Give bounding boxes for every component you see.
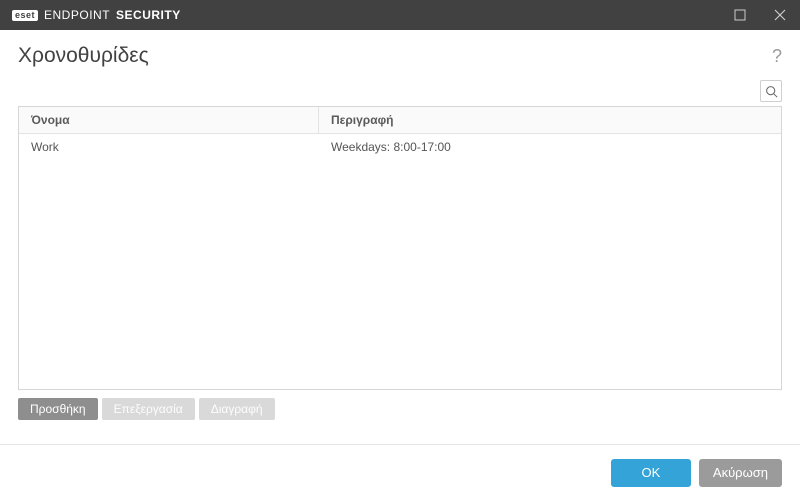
window-close-button[interactable] [760, 0, 800, 30]
app-brand: eset ENDPOINT SECURITY [12, 8, 181, 22]
eset-badge: eset [12, 10, 38, 21]
cancel-button[interactable]: Ακύρωση [699, 459, 782, 487]
column-description[interactable]: Περιγραφή [319, 107, 781, 133]
cell-description: Weekdays: 8:00-17:00 [319, 134, 781, 160]
column-name[interactable]: Όνομα [19, 107, 319, 133]
window-minimize-button[interactable] [720, 0, 760, 30]
minimize-icon [734, 9, 746, 21]
add-button[interactable]: Προσθήκη [18, 398, 98, 420]
edit-button: Επεξεργασία [102, 398, 195, 420]
cell-name: Work [19, 134, 319, 160]
table-row[interactable]: Work Weekdays: 8:00-17:00 [19, 134, 781, 160]
brand-text-bold: SECURITY [116, 8, 181, 22]
timeslots-table: Όνομα Περιγραφή Work Weekdays: 8:00-17:0… [18, 106, 782, 390]
page-title: Χρονοθυρίδες [18, 44, 772, 68]
brand-text-thin: ENDPOINT [44, 8, 110, 22]
delete-button: Διαγραφή [199, 398, 275, 420]
search-icon [765, 85, 778, 98]
close-icon [774, 9, 786, 21]
ok-button[interactable]: OK [611, 459, 691, 487]
help-icon[interactable]: ? [772, 46, 782, 67]
table-header: Όνομα Περιγραφή [19, 107, 781, 134]
titlebar: eset ENDPOINT SECURITY [0, 0, 800, 30]
action-buttons: Προσθήκη Επεξεργασία Διαγραφή [18, 398, 782, 420]
search-button[interactable] [760, 80, 782, 102]
dialog-footer: OK Ακύρωση [0, 444, 800, 500]
